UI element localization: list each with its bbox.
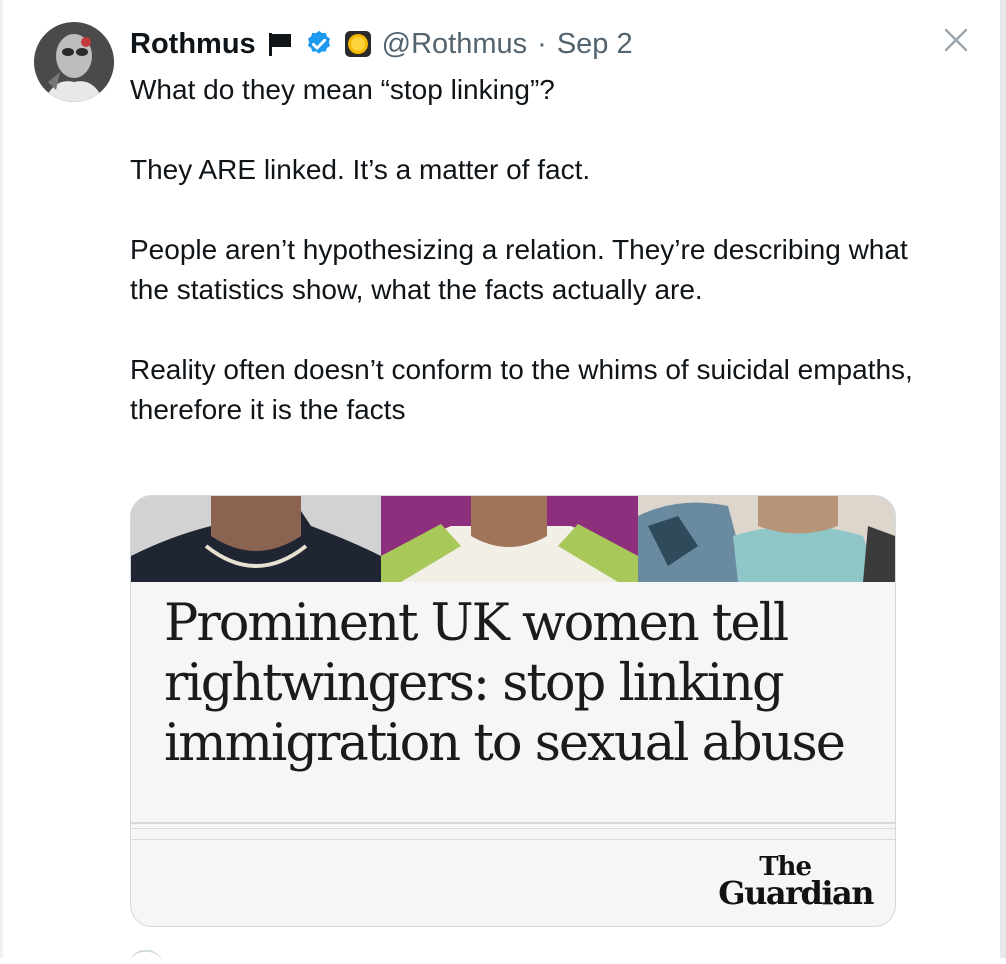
tweet-paragraph: Reality often doesn’t conform to the whi… [130,354,913,425]
close-icon[interactable] [940,24,972,56]
separator-dot: · [537,27,547,60]
user-handle[interactable]: @Rothmus [382,28,527,61]
tweet-text: What do they mean “stop linking”? They A… [130,70,930,430]
card-headline: Prominent UK women tell rightwingers: st… [164,594,846,773]
left-edge [0,0,3,958]
avatar[interactable] [34,22,114,102]
card-divider [131,828,895,829]
link-card[interactable]: Prominent UK women tell rightwingers: st… [130,495,896,927]
flag-icon [266,30,294,58]
right-edge [1000,0,1006,958]
avatar-image [34,22,114,102]
tweet-paragraph: What do they mean “stop linking”? [130,74,555,105]
card-divider [131,839,895,840]
verified-badge-icon[interactable] [304,29,334,59]
card-image [131,496,895,582]
coin-icon [344,30,372,58]
card-photo [381,496,638,582]
card-divider [131,822,895,824]
tweet-date[interactable]: Sep 2 [557,28,633,61]
tweet-paragraph: People aren’t hypothesizing a relation. … [130,234,908,305]
card-photo [131,496,381,582]
tweet-header: Rothmus @Rothmus · Sep 2 [130,24,633,64]
logo-guardian: Guardian [718,874,874,912]
next-item-edge [130,950,162,964]
display-name[interactable]: Rothmus [130,28,256,61]
tweet-paragraph: They ARE linked. It’s a matter of fact. [130,154,591,185]
guardian-logo: The Guardian [703,852,874,912]
card-photo [638,496,895,582]
